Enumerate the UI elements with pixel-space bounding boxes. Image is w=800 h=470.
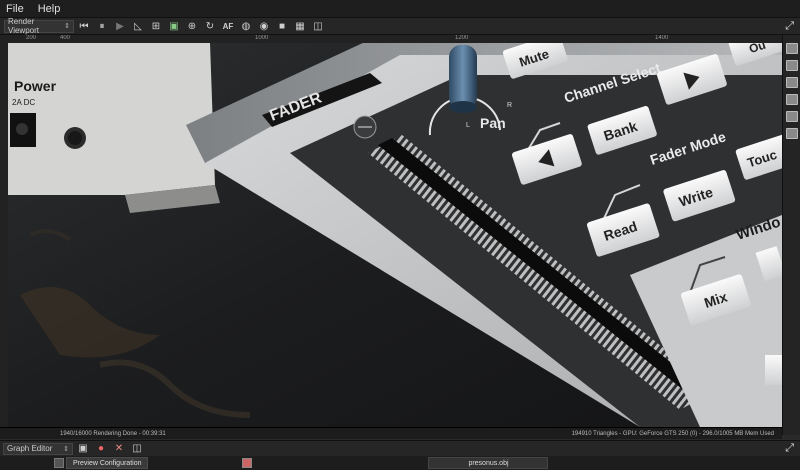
delete-icon[interactable]: ✕ (111, 442, 127, 456)
ruler-top: 200 400 1000 1200 1400 (0, 35, 782, 43)
image-pick-icon[interactable]: ▣ (166, 19, 182, 33)
pause-icon[interactable]: ⏸ (94, 19, 110, 33)
autofocus-button[interactable]: AF (220, 19, 236, 33)
ruler-tick: 1400 (655, 35, 669, 41)
graph-editor-toolbar: Graph Editor ⇕ ▣ ● ✕ ◫ ⤢ (0, 440, 800, 456)
frame-icon[interactable]: ◫ (129, 442, 145, 456)
image-icon[interactable] (785, 111, 798, 122)
tab-nav-icon[interactable] (54, 458, 64, 468)
ruler-icon[interactable]: ◺ (130, 19, 146, 33)
pan-l-label: L (466, 122, 470, 129)
region-icon[interactable]: ⊞ (148, 19, 164, 33)
rotate-icon[interactable]: ↻ (202, 19, 218, 33)
ruler-tick: 1000 (255, 35, 269, 41)
pan-knob[interactable] (449, 45, 477, 109)
viewport-select-label: Render Viewport (8, 17, 39, 35)
render-status: 1940/16000 Rendering Done - 00:39:31 (60, 430, 166, 437)
menu-file[interactable]: File (6, 3, 24, 15)
pan-r-label: R (507, 102, 512, 109)
tab-preview-configuration[interactable]: Preview Configuration (66, 457, 149, 469)
square-icon[interactable]: ■ (274, 19, 290, 33)
viewport-toolbar: Render Viewport ⇕ ⏮ ⏸ ▶ ◺ ⊞ ▣ ⊕ ↻ AF ◍ ◉… (0, 17, 800, 35)
zoom-icon[interactable]: ⊕ (184, 19, 200, 33)
status-bar: 1940/16000 Rendering Done - 00:39:31 194… (0, 427, 782, 439)
play-icon[interactable]: ▶ (112, 19, 128, 33)
menu-help[interactable]: Help (38, 3, 61, 15)
graph-editor-select[interactable]: Graph Editor ⇕ (3, 442, 73, 455)
gpu-status: 194910 Triangles - GPU: GeForce GTS 250 … (571, 430, 774, 437)
image-icon[interactable]: ▣ (75, 442, 91, 456)
ruler-tick: 200 (26, 35, 37, 41)
layers-icon[interactable] (785, 94, 798, 105)
panel-icon[interactable] (785, 128, 798, 139)
chevron-updown-icon: ⇕ (64, 23, 70, 30)
record-icon[interactable]: ● (93, 442, 109, 456)
lens-icon[interactable]: ◍ (238, 19, 254, 33)
checker-icon[interactable]: ▦ (292, 19, 308, 33)
maximize-icon[interactable]: ⤢ (785, 442, 794, 455)
document-icon[interactable] (785, 60, 798, 71)
ruler-left (0, 35, 8, 427)
globe-icon[interactable]: ◉ (256, 19, 272, 33)
frame-icon[interactable]: ◫ (310, 19, 326, 33)
right-sidebar (782, 35, 800, 435)
graph-editor-select-label: Graph Editor (7, 444, 53, 453)
menu-bar: File Help (0, 0, 800, 18)
list-icon[interactable] (785, 77, 798, 88)
app-window: File Help Render Viewport ⇕ ⏮ ⏸ ▶ ◺ ⊞ ▣ … (0, 0, 800, 470)
pan-label: Pan (480, 115, 506, 131)
maximize-icon[interactable]: ⤢ (785, 20, 794, 33)
picture-icon[interactable] (785, 43, 798, 54)
ruler-tick: 400 (60, 35, 71, 41)
viewport-select[interactable]: Render Viewport ⇕ (4, 17, 74, 35)
chevron-updown-icon: ⇕ (63, 445, 69, 453)
ruler-tick: 1200 (455, 35, 469, 41)
render-scene: Power 2A DC FADER Pan L R Mute Ou Channe… (0, 35, 782, 427)
skip-back-icon[interactable]: ⏮ (76, 19, 92, 33)
dc-label: 2A DC (12, 98, 35, 107)
tab-presonus-obj[interactable]: presonus.obj (428, 457, 549, 469)
render-viewport[interactable]: Power 2A DC FADER Pan L R Mute Ou Channe… (0, 35, 782, 427)
graph-editor-tabs: Preview Configuration presonus.obj (0, 456, 800, 470)
power-label: Power (14, 78, 57, 94)
file-icon[interactable] (242, 458, 253, 468)
